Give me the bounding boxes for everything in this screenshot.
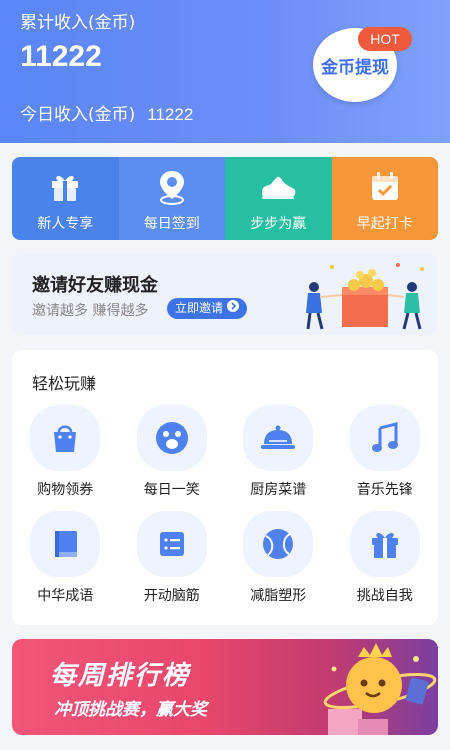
- total-income-label: 累计收入(金币): [20, 13, 136, 33]
- easy-item-label: 中华成语: [37, 588, 94, 604]
- action-early-checkin-label: 早起打卡: [356, 216, 413, 232]
- calendar-check-icon: [365, 169, 405, 205]
- total-income-value: 11222: [20, 40, 102, 73]
- quick-actions-bar: 新人专享 每日签到 步步为赢 早起打卡: [12, 157, 438, 240]
- invite-illustration: [306, 263, 424, 330]
- earnings-header: 累计收入(金币) 11222 今日收入(金币) 11222 金币提现 HOT: [0, 0, 450, 143]
- action-newcomer-label: 新人专享: [37, 216, 94, 232]
- easy-item-idioms[interactable]: 中华成语: [12, 511, 119, 605]
- easy-item-fitness[interactable]: 减脂塑形: [225, 511, 332, 605]
- today-income-label: 今日收入(金币): [20, 105, 136, 125]
- easy-item-label: 每日一笑: [143, 482, 200, 498]
- weekly-ranking-subtitle: 冲顶挑战赛，赢大奖: [54, 700, 207, 720]
- easy-item-music[interactable]: 音乐先锋: [332, 405, 439, 499]
- easy-item-label: 购物领券: [37, 482, 94, 498]
- easy-earn-grid: 购物领券 每日一笑 厨房菜谱 音乐先锋 中华成语 开动脑筋 减脂塑形 挑战自我: [12, 405, 438, 605]
- easy-item-brain[interactable]: 开动脑筋: [119, 511, 226, 605]
- sneaker-icon: [258, 169, 298, 205]
- weekly-ranking-title: 每周排行榜: [50, 661, 191, 691]
- action-daily-checkin[interactable]: 每日签到: [118, 157, 225, 240]
- easy-item-label: 挑战自我: [356, 588, 413, 604]
- invite-title: 邀请好友赚现金: [32, 275, 158, 296]
- action-step-win-label: 步步为赢: [250, 216, 307, 232]
- weekly-ranking-banner[interactable]: 每周排行榜 冲顶挑战赛，赢大奖: [12, 639, 438, 735]
- action-step-win[interactable]: 步步为赢: [225, 157, 332, 240]
- easy-item-label: 减脂塑形: [250, 588, 307, 604]
- easy-item-label: 音乐先锋: [356, 482, 413, 498]
- easy-earn-panel: 轻松玩赚 购物领券 每日一笑 厨房菜谱 音乐先锋 中华成语 开动脑筋 减脂塑形 …: [12, 350, 438, 625]
- invite-now-label: 立即邀请: [175, 301, 224, 315]
- easy-earn-title: 轻松玩赚: [32, 374, 97, 393]
- invite-now-button[interactable]: 立即邀请: [167, 298, 248, 319]
- action-early-checkin[interactable]: 早起打卡: [331, 157, 438, 240]
- ball-icon: [243, 511, 314, 577]
- invite-friends-banner[interactable]: 邀请好友赚现金 邀请越多 赚得越多 立即邀请: [12, 253, 438, 335]
- trophy-planet-illustration: [323, 643, 437, 735]
- easy-item-label: 厨房菜谱: [250, 482, 307, 498]
- location-pin-icon: [152, 169, 192, 205]
- today-income-row: 今日收入(金币) 11222: [20, 100, 193, 125]
- list-card-icon: [136, 511, 207, 577]
- book-icon: [30, 511, 101, 577]
- shopping-bag-icon: [30, 405, 101, 471]
- easy-item-label: 开动脑筋: [143, 588, 200, 604]
- gift-icon: [45, 169, 85, 205]
- cloche-icon: [243, 405, 314, 471]
- easy-item-laugh[interactable]: 每日一笑: [119, 405, 226, 499]
- action-daily-checkin-label: 每日签到: [143, 216, 200, 232]
- action-newcomer[interactable]: 新人专享: [12, 157, 119, 240]
- hot-badge: HOT: [358, 27, 412, 51]
- laugh-face-icon: [136, 405, 207, 471]
- easy-item-challenge[interactable]: 挑战自我: [332, 511, 439, 605]
- invite-subtitle: 邀请越多 赚得越多: [32, 303, 149, 319]
- music-note-icon: [349, 405, 420, 471]
- gift-box-icon: [349, 511, 420, 577]
- chevron-right-icon: [227, 298, 240, 319]
- today-income-value: 11222: [147, 105, 194, 124]
- easy-item-shopping[interactable]: 购物领券: [12, 405, 119, 499]
- easy-item-recipe[interactable]: 厨房菜谱: [225, 405, 332, 499]
